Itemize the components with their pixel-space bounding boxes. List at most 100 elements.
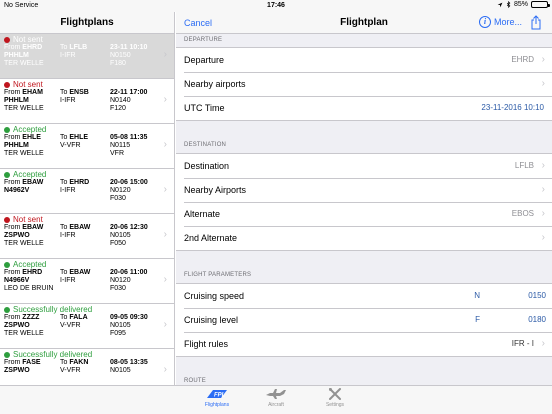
flightplan-list-item[interactable]: Accepted From EHRD To EBAW 20-06 11:00 N4966… [0,259,174,304]
from-airport: EHRD [22,44,43,51]
departure-cell[interactable]: Departure EHRD › [176,48,552,72]
flight-rules: I-IFR [60,277,76,284]
details-row: ZSPWO V-VFR N0105 [4,367,174,375]
route-row: From EHLE To EHLE 05-08 11:35 [4,134,174,142]
cruising-speed-cell[interactable]: Cruising speed N 0150 [176,284,552,308]
status-text: Successfully delivered [13,304,93,314]
from-label: From [4,224,21,231]
pilot-row: TER WELLE F180 [4,60,174,68]
to-airport: EHRD [69,179,90,186]
departure-label: Departure [184,55,225,65]
to-label: To [60,44,68,51]
flightplan-status: Not sent [4,35,174,44]
pilot-name: TER WELLE [4,240,44,247]
speed: N0120 [110,277,131,284]
speed: N0150 [110,52,131,59]
more-button[interactable]: i More... [478,16,522,28]
registration: PHHLM [4,97,29,104]
cruising-level-unit[interactable]: F [475,308,480,332]
tab-aircraft[interactable]: Aircraft [252,388,300,408]
details-row: PHHLM V-VFR N0115 [4,142,174,150]
fpl-logo-text: FPL [214,393,226,399]
flightplan-status: Successfully delivered [4,305,174,314]
flight-rules-cell[interactable]: Flight rules IFR - I › [176,332,552,356]
battery-icon [531,1,550,8]
from-airport: EHAM [22,89,43,96]
cruising-speed-unit[interactable]: N [474,284,480,308]
to-label: To [60,179,68,186]
flightplan-list-item[interactable]: Accepted From EHLE To EHLE 05-08 11:35 PHHLM… [0,124,174,169]
from-airport: EHLE [22,134,41,141]
flightplan-list-item[interactable]: Successfully delivered From ZZZZ To FALA 09… [0,304,174,349]
nearby-airports-cell[interactable]: Nearby airports › [176,72,552,96]
registration: PHHLM [4,52,29,59]
cruising-level-value[interactable]: 0180 [528,308,546,332]
speed: N0120 [110,187,131,194]
from-airport: EBAW [22,179,44,186]
destination-group: Destination LFLB › Nearby Airports › Alt… [176,153,552,251]
status-text: Not sent [13,214,43,224]
level: F030 [110,285,126,292]
pilot-row: TER WELLE F050 [4,240,174,248]
to-label: To [60,269,68,276]
flight-date: 22-11 17:00 [110,89,148,96]
speed: N0105 [110,322,131,329]
registration: ZSPWO [4,367,30,374]
pilot-name: TER WELLE [4,330,44,337]
details-row: PHHLM I-IFR N0150 [4,52,174,60]
flightplan-list-item[interactable]: Not sent From EHAM To ENSB 22-11 17:00 PHHLM… [0,79,174,124]
pilot-name: TER WELLE [4,60,44,67]
flightplan-list-item[interactable]: Not sent From EBAW To EBAW 20-06 12:30 ZSPWO… [0,214,174,259]
utc-time-cell[interactable]: UTC Time 23-11-2016 10:10 [176,96,552,120]
flight-rules: I-IFR [60,97,76,104]
status-dot-icon [4,81,10,88]
flightplan-status: Not sent [4,215,174,224]
status-dot-icon [4,216,10,223]
level: F180 [110,60,126,67]
second-alternate-label: 2nd Alternate [184,233,238,243]
destination-section-header: DESTINATION [184,142,227,148]
pilot-row: TER WELLE F120 [4,105,174,113]
chevron-right-icon: › [163,139,167,150]
cruising-speed-value[interactable]: 0150 [528,284,546,308]
tab-settings[interactable]: Settings [311,388,359,408]
from-label: From [4,179,21,186]
chevron-right-icon: › [541,160,545,171]
chevron-right-icon: › [163,49,167,60]
cruising-level-label: Cruising level [184,315,239,325]
pilot-row: TER WELLE VFR [4,150,174,158]
chevron-right-icon: › [541,54,545,65]
second-alternate-cell[interactable]: 2nd Alternate › [176,226,552,250]
to-airport: LFLB [69,44,88,51]
flightplan-list-item[interactable]: Accepted From EBAW To EHRD 20-06 15:00 N4962… [0,169,174,214]
tab-flightplans[interactable]: FPL Flightplans [193,388,241,408]
departure-group: Departure EHRD › Nearby airports › UTC T… [176,47,552,121]
flight-date: 23-11 10:10 [110,44,148,51]
from-label: From [4,269,21,276]
flightplan-list-item[interactable]: Not sent From EHRD To LFLB 23-11 10:10 PHHLM… [0,34,174,79]
chevron-right-icon: › [541,78,545,89]
flightplan-status: Successfully delivered [4,350,174,359]
to-airport: EHLE [69,134,89,141]
level: F050 [110,240,126,247]
flight-date: 08-05 13:35 [110,359,148,366]
alternate-cell[interactable]: Alternate EBOS › [176,202,552,226]
to-airport: EBAW [69,224,91,231]
details-row: PHHLM I-IFR N0140 [4,97,174,105]
status-dot-icon [4,36,10,43]
pilot-row: F030 [4,195,174,203]
destination-cell[interactable]: Destination LFLB › [176,154,552,178]
share-icon[interactable] [530,15,542,30]
status-text: Accepted [13,259,47,269]
flightplan-list-item[interactable]: Successfully delivered From FASE To FAKN 08… [0,349,174,385]
chevron-right-icon: › [163,229,167,240]
cruising-level-cell[interactable]: Cruising level F 0180 [176,308,552,332]
status-bar: No Service 17:46 85% [0,0,552,12]
pilot-row: LEO DE BRUIN F030 [4,285,174,293]
departure-section-header: DEPARTURE [184,37,223,43]
nearby-destination-airports-cell[interactable]: Nearby Airports › [176,178,552,202]
pilot-row: TER WELLE F095 [4,330,174,338]
to-airport: ENSB [69,89,89,96]
departure-value: EHRD [511,55,534,64]
cruising-speed-label: Cruising speed [184,291,245,301]
